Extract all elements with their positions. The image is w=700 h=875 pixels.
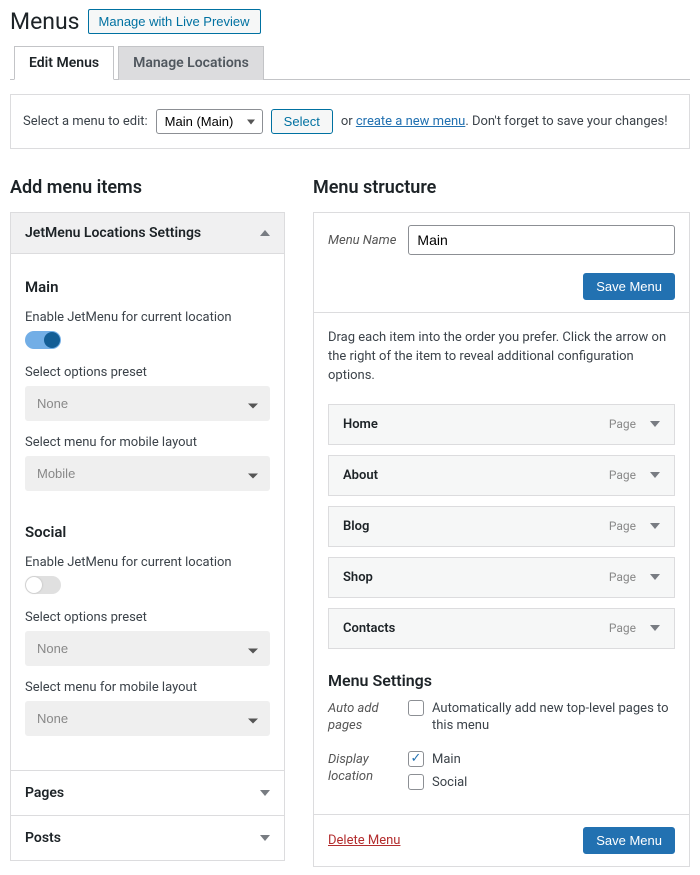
preset-select-main[interactable]: None bbox=[25, 386, 270, 421]
menu-item-type: Page bbox=[609, 519, 636, 533]
enable-jetmenu-label: Enable JetMenu for current location bbox=[25, 310, 270, 325]
menu-item[interactable]: Contacts Page bbox=[328, 608, 675, 649]
tab-manage-locations[interactable]: Manage Locations bbox=[118, 46, 264, 80]
add-items-heading: Add menu items bbox=[10, 177, 285, 198]
acc-pages[interactable]: Pages bbox=[11, 770, 284, 815]
acc-posts-label: Posts bbox=[25, 830, 61, 846]
menu-name-label: Menu Name bbox=[328, 233, 396, 248]
display-main-text: Main bbox=[432, 751, 461, 769]
chevron-down-icon bbox=[650, 625, 660, 631]
menu-name-input[interactable] bbox=[408, 225, 675, 255]
menu-item-type: Page bbox=[609, 468, 636, 482]
preset-label-social: Select options preset bbox=[25, 610, 270, 625]
menu-item[interactable]: Home Page bbox=[328, 404, 675, 445]
acc-pages-label: Pages bbox=[25, 785, 64, 801]
display-social-checkbox[interactable] bbox=[408, 774, 424, 790]
instructions-text: Drag each item into the order you prefer… bbox=[328, 329, 675, 386]
enable-jetmenu-social-label: Enable JetMenu for current location bbox=[25, 555, 270, 570]
menu-select-bar: Select a menu to edit: Main (Main) Selec… bbox=[10, 94, 690, 149]
display-main-checkbox[interactable] bbox=[408, 751, 424, 767]
display-social-text: Social bbox=[432, 774, 467, 792]
mobile-label-main: Select menu for mobile layout bbox=[25, 435, 270, 450]
location-main-heading: Main bbox=[25, 278, 270, 296]
chevron-down-icon bbox=[650, 421, 660, 427]
menu-structure-box: Menu Name Save Menu Drag each item into … bbox=[313, 212, 690, 867]
menu-item[interactable]: About Page bbox=[328, 455, 675, 496]
auto-add-label: Auto add pages bbox=[328, 700, 390, 741]
enable-jetmenu-main-toggle[interactable] bbox=[25, 331, 61, 349]
chevron-down-icon bbox=[650, 472, 660, 478]
location-social-heading: Social bbox=[25, 523, 270, 541]
menu-item-name: Shop bbox=[343, 570, 373, 585]
menu-settings-heading: Menu Settings bbox=[328, 671, 675, 690]
menu-item[interactable]: Blog Page bbox=[328, 506, 675, 547]
preset-select-social[interactable]: None bbox=[25, 631, 270, 666]
chevron-down-icon bbox=[650, 523, 660, 529]
mobile-select-social[interactable]: None bbox=[25, 701, 270, 736]
chevron-down-icon bbox=[650, 574, 660, 580]
save-menu-button-bottom[interactable]: Save Menu bbox=[583, 827, 675, 854]
select-menu-button[interactable]: Select bbox=[271, 109, 333, 134]
page-title: Menus bbox=[10, 8, 80, 35]
chevron-down-icon bbox=[260, 835, 270, 841]
delete-menu-link[interactable]: Delete Menu bbox=[328, 833, 400, 848]
menu-select[interactable]: Main (Main) bbox=[156, 109, 263, 134]
acc-posts[interactable]: Posts bbox=[11, 815, 284, 860]
menu-item-name: About bbox=[343, 468, 378, 483]
menu-structure-heading: Menu structure bbox=[313, 177, 690, 198]
menu-item[interactable]: Shop Page bbox=[328, 557, 675, 598]
tab-edit-menus[interactable]: Edit Menus bbox=[14, 46, 114, 80]
save-menu-button-top[interactable]: Save Menu bbox=[583, 273, 675, 300]
nav-tabs: Edit Menus Manage Locations bbox=[10, 45, 690, 80]
menu-item-name: Contacts bbox=[343, 621, 395, 636]
menu-item-type: Page bbox=[609, 417, 636, 431]
menu-item-name: Blog bbox=[343, 519, 369, 534]
accordion-jetmenu: JetMenu Locations Settings Main Enable J… bbox=[10, 212, 285, 861]
mobile-select-main[interactable]: Mobile bbox=[25, 456, 270, 491]
create-new-menu-link[interactable]: create a new menu bbox=[356, 114, 465, 129]
auto-add-desc: Automatically add new top-level pages to… bbox=[432, 700, 675, 735]
preset-label-main: Select options preset bbox=[25, 365, 270, 380]
acc-jetmenu-title: JetMenu Locations Settings bbox=[25, 225, 201, 241]
menu-select-label: Select a menu to edit: bbox=[23, 114, 148, 129]
mobile-label-social: Select menu for mobile layout bbox=[25, 680, 270, 695]
menu-item-type: Page bbox=[609, 570, 636, 584]
acc-jetmenu-header[interactable]: JetMenu Locations Settings bbox=[10, 212, 285, 254]
enable-jetmenu-social-toggle[interactable] bbox=[25, 576, 61, 594]
auto-add-checkbox[interactable] bbox=[408, 700, 424, 716]
menu-item-type: Page bbox=[609, 621, 636, 635]
or-text: or create a new menu. Don't forget to sa… bbox=[341, 114, 668, 129]
chevron-down-icon bbox=[260, 790, 270, 796]
display-location-label: Display location bbox=[328, 751, 390, 798]
live-preview-button[interactable]: Manage with Live Preview bbox=[88, 9, 261, 34]
menu-item-name: Home bbox=[343, 417, 378, 432]
chevron-up-icon bbox=[260, 230, 270, 236]
